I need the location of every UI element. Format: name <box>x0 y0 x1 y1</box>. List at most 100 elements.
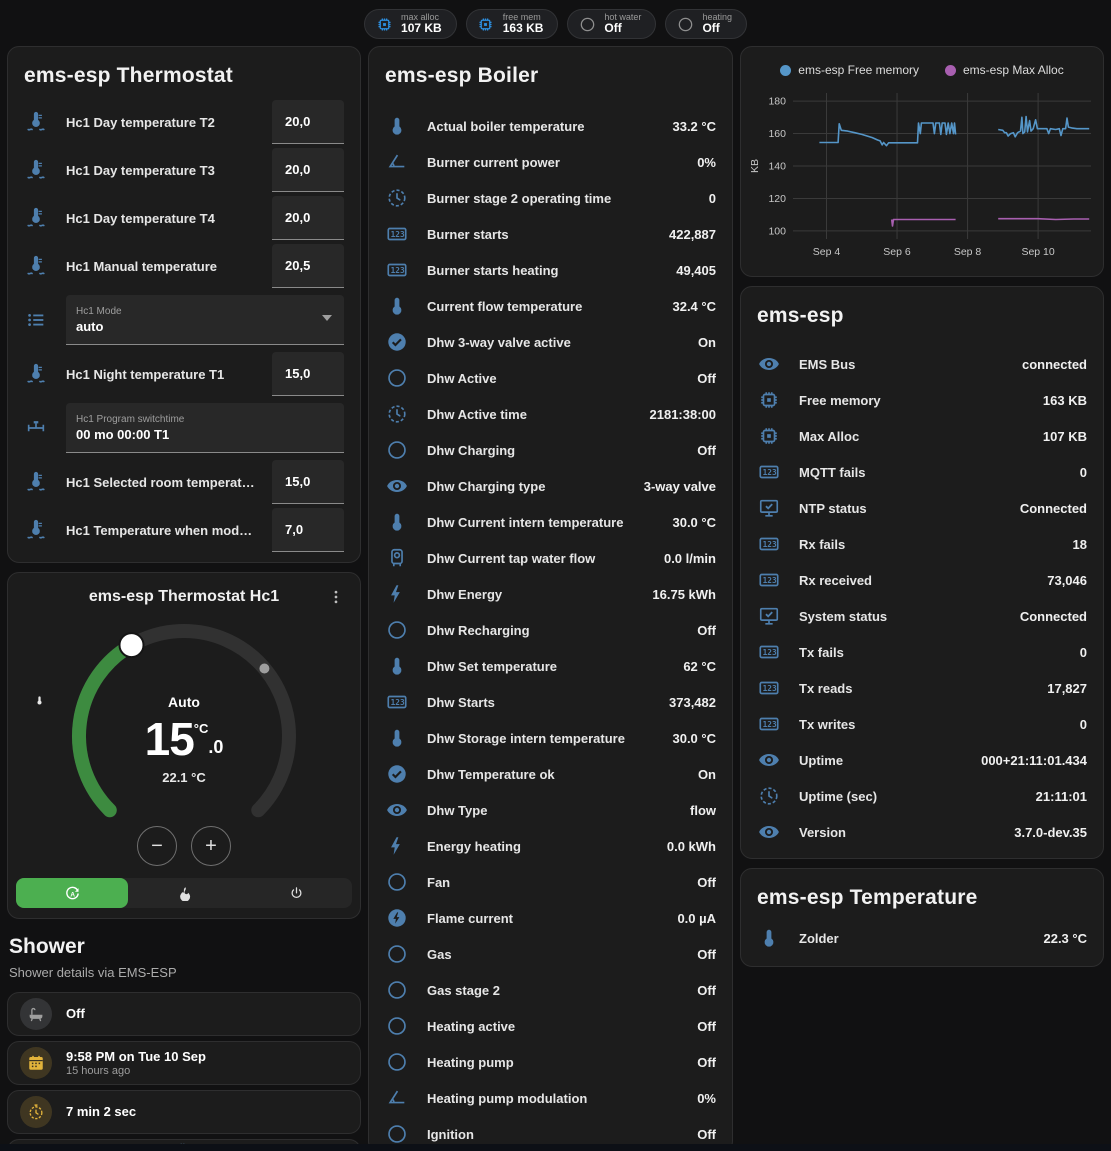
entity-row[interactable]: Max Alloc107 KB <box>741 418 1103 454</box>
badge-max-alloc[interactable]: max alloc107 KB <box>364 9 457 39</box>
entity-value: connected <box>1022 357 1087 372</box>
entity-value: 3.7.0-dev.35 <box>1014 825 1087 840</box>
dial-target-knob[interactable] <box>120 633 144 657</box>
mode-off-button[interactable] <box>240 878 352 908</box>
entity-row[interactable]: Dhw Energy16.75 kWh <box>369 576 732 612</box>
entity-row[interactable]: 123Dhw Starts373,482 <box>369 684 732 720</box>
entity-row[interactable]: Dhw Active time2181:38:00 <box>369 396 732 432</box>
entity-row[interactable]: Dhw Current tap water flow0.0 l/min <box>369 540 732 576</box>
entity-value: 32.4 °C <box>672 299 716 314</box>
entity-row[interactable]: NTP statusConnected <box>741 490 1103 526</box>
eye-icon <box>757 352 781 376</box>
entity-row[interactable]: Energy heating0.0 kWh <box>369 828 732 864</box>
entity-row[interactable]: Dhw RechargingOff <box>369 612 732 648</box>
chip-icon <box>757 424 781 448</box>
entity-row[interactable]: Uptime000+21:11:01.434 <box>741 742 1103 778</box>
number-input[interactable]: 15,0 <box>272 460 344 504</box>
entity-row[interactable]: GasOff <box>369 936 732 972</box>
text-input[interactable]: Hc1 Program switchtime00 mo 00:00 T1 <box>66 403 344 453</box>
entity-label: Flame current <box>427 911 677 926</box>
entity-row[interactable]: Free memory163 KB <box>741 382 1103 418</box>
shower-item[interactable]: 9:58 PM on Tue 10 Sep15 hours ago <box>7 1041 361 1085</box>
entity-row[interactable]: Heating pumpOff <box>369 1044 732 1080</box>
mode-auto-button[interactable]: A <box>16 878 128 908</box>
number-input[interactable]: 20,0 <box>272 100 344 144</box>
number-input[interactable]: 20,0 <box>272 148 344 192</box>
kebab-menu-icon[interactable] <box>324 585 348 609</box>
entity-row[interactable]: Burner current power0% <box>369 144 732 180</box>
thermostat-config-row: Hc1 Day temperature T220,0 <box>8 98 360 146</box>
entity-label: Tx fails <box>799 645 1080 660</box>
entity-row[interactable]: Dhw Charging type3-way valve <box>369 468 732 504</box>
entity-row[interactable]: Heating pump modulation0% <box>369 1080 732 1116</box>
entity-row[interactable]: 123Rx received73,046 <box>741 562 1103 598</box>
mode-select[interactable]: Hc1 Modeauto <box>66 295 344 345</box>
field-value: auto <box>76 319 334 334</box>
entity-label: System status <box>799 609 1020 624</box>
emsesp-card-title: ems-esp <box>741 287 1103 338</box>
entity-row[interactable]: EMS Busconnected <box>741 346 1103 382</box>
entity-row[interactable]: 123Burner starts heating49,405 <box>369 252 732 288</box>
legend-item[interactable]: ems-esp Max Alloc <box>945 63 1064 77</box>
entity-row[interactable]: Dhw ActiveOff <box>369 360 732 396</box>
entity-row[interactable]: Current flow temperature32.4 °C <box>369 288 732 324</box>
entity-row[interactable]: Heating activeOff <box>369 1008 732 1044</box>
entity-row[interactable]: Version3.7.0-dev.35 <box>741 814 1103 850</box>
entity-row[interactable]: Dhw Current intern temperature30.0 °C <box>369 504 732 540</box>
badge-hot-water[interactable]: hot waterOff <box>567 9 656 39</box>
number-input[interactable]: 20,0 <box>272 196 344 240</box>
entity-row[interactable]: Dhw ChargingOff <box>369 432 732 468</box>
thermometer-water-icon <box>24 362 48 386</box>
entity-row[interactable]: 123Tx reads17,827 <box>741 670 1103 706</box>
temp-increase-button[interactable]: + <box>191 826 231 866</box>
temp-decrease-button[interactable]: − <box>137 826 177 866</box>
entity-row[interactable]: 123Rx fails18 <box>741 526 1103 562</box>
entity-row[interactable]: Zolder22.3 °C <box>741 920 1103 956</box>
legend-item[interactable]: ems-esp Free memory <box>780 63 919 77</box>
entity-row[interactable]: Dhw Typeflow <box>369 792 732 828</box>
chevron-down-icon <box>322 315 332 321</box>
number-input[interactable]: 15,0 <box>272 352 344 396</box>
mode-heat-button[interactable] <box>128 878 240 908</box>
shower-item[interactable]: 7 min 2 sec <box>7 1090 361 1134</box>
entity-row[interactable]: 123Tx writes0 <box>741 706 1103 742</box>
svg-text:KB: KB <box>749 159 761 173</box>
entity-row[interactable]: 123Tx fails0 <box>741 634 1103 670</box>
thermostat-config-row: Hc1 Night temperature T115,0 <box>8 350 360 398</box>
thermostat-dial[interactable]: Auto 15°C.0 22.1 °C <box>34 608 334 860</box>
entity-row[interactable]: 123MQTT fails0 <box>741 454 1103 490</box>
svg-text:Sep 8: Sep 8 <box>954 246 982 258</box>
entity-row[interactable]: Dhw Temperature okOn <box>369 756 732 792</box>
circle-icon <box>385 366 409 390</box>
entity-row[interactable]: Burner stage 2 operating time0 <box>369 180 732 216</box>
entity-row[interactable]: Dhw Storage intern temperature30.0 °C <box>369 720 732 756</box>
chip-icon <box>757 388 781 412</box>
badge-heating[interactable]: heatingOff <box>665 9 747 39</box>
entity-value: 3-way valve <box>644 479 716 494</box>
counter-icon: 123 <box>385 258 409 282</box>
entity-value: flow <box>690 803 716 818</box>
entity-row[interactable]: System statusConnected <box>741 598 1103 634</box>
entity-row[interactable]: Gas stage 2Off <box>369 972 732 1008</box>
counter-icon: 123 <box>757 460 781 484</box>
entity-row[interactable]: Dhw 3-way valve activeOn <box>369 324 732 360</box>
entity-row[interactable]: FanOff <box>369 864 732 900</box>
entity-row[interactable]: 123Burner starts422,887 <box>369 216 732 252</box>
entity-row[interactable]: Dhw Set temperature62 °C <box>369 648 732 684</box>
number-input[interactable]: 20,5 <box>272 244 344 288</box>
entity-label: Burner starts heating <box>427 263 676 278</box>
entity-row[interactable]: Actual boiler temperature33.2 °C <box>369 108 732 144</box>
number-input[interactable]: 7,0 <box>272 508 344 552</box>
svg-text:180: 180 <box>768 96 786 108</box>
badge-free-mem[interactable]: free mem163 KB <box>466 9 559 39</box>
legend-dot <box>780 65 791 76</box>
entity-label: Ignition <box>427 1127 697 1142</box>
entity-row[interactable]: Uptime (sec)21:11:01 <box>741 778 1103 814</box>
entity-label: Hc1 Day temperature T4 <box>66 211 272 226</box>
entity-value: On <box>698 335 716 350</box>
thermometer-icon <box>385 510 409 534</box>
thermometer-water-icon <box>24 518 48 542</box>
entity-label: Dhw Current tap water flow <box>427 551 664 566</box>
entity-row[interactable]: Flame current0.0 µA <box>369 900 732 936</box>
shower-item[interactable]: Off <box>7 992 361 1036</box>
